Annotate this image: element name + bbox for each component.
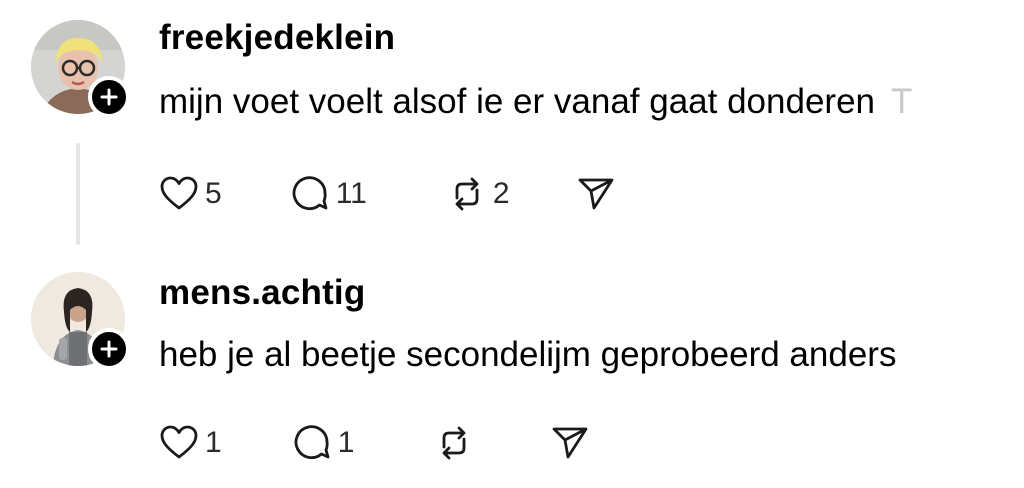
username[interactable]: freekjedeklein: [159, 18, 395, 58]
reply-button[interactable]: 1: [292, 423, 355, 463]
action-bar: 5 11 2: [159, 172, 616, 216]
follow-button[interactable]: [88, 76, 130, 118]
comment-icon: [294, 425, 330, 460]
plus-icon: [100, 88, 118, 106]
heart-icon: [160, 176, 198, 210]
like-button[interactable]: 5: [159, 174, 222, 214]
truncated-text: T: [891, 82, 913, 121]
repost-button[interactable]: 2: [447, 174, 510, 214]
action-bar: 1 1: [159, 421, 590, 465]
repost-count: 2: [492, 177, 510, 210]
repost-icon: [455, 177, 479, 211]
like-count: 5: [205, 177, 222, 210]
like-button[interactable]: 1: [159, 423, 222, 463]
repost-button[interactable]: [434, 423, 480, 463]
thread-line: [76, 143, 80, 245]
username[interactable]: mens.achtig: [159, 273, 365, 313]
thread-post: mens.achtig heb je al beetje secondelijm…: [0, 255, 1024, 488]
repost-icon: [442, 426, 466, 460]
post-text: heb je al beetje secondelijm geprobeerd …: [159, 335, 897, 374]
comment-icon: [292, 176, 328, 211]
heart-icon: [160, 425, 198, 459]
send-icon: [552, 427, 588, 459]
reply-count: 11: [335, 177, 367, 210]
post-text: mijn voet voelt alsof ie er vanaf gaat d…: [159, 82, 912, 122]
share-button[interactable]: [550, 423, 590, 463]
share-button[interactable]: [576, 174, 616, 214]
thread-post: freekjedeklein mijn voet voelt alsof ie …: [0, 0, 1024, 250]
plus-icon: [100, 340, 118, 358]
send-icon: [578, 178, 613, 210]
follow-button[interactable]: [88, 328, 130, 370]
like-count: 1: [205, 426, 222, 459]
post-text-body: mijn voet voelt alsof ie er vanaf gaat d…: [159, 82, 875, 121]
reply-button[interactable]: 11: [290, 174, 367, 214]
reply-count: 1: [337, 426, 355, 459]
